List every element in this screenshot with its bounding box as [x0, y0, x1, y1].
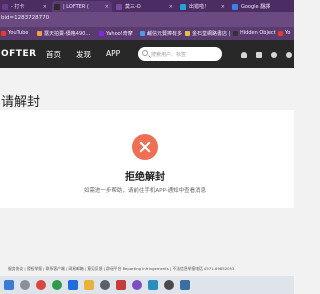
- mail-icon[interactable]: [256, 52, 262, 58]
- result-card: 拒绝解封 如需进一步帮助，请前往手机APP-通知中查看消息: [0, 110, 294, 208]
- nav-discover[interactable]: 发现: [76, 49, 91, 60]
- tab-label: 莫三-O: [125, 4, 141, 10]
- bookmark-label: 鹹信元贊捧有多: [147, 31, 183, 37]
- start-icon[interactable]: [4, 280, 14, 290]
- tab-close-icon[interactable]: ×: [221, 4, 225, 10]
- browser-tab[interactable]: - 打卡 ×: [0, 1, 50, 12]
- bookmark-item[interactable]: 金石堂網路書店 |: [185, 30, 230, 37]
- menu-icon[interactable]: [286, 52, 292, 58]
- bookmark-favicon-icon: [37, 31, 42, 36]
- search-icon[interactable]: [20, 280, 30, 290]
- bookmark-label: YouTube: [8, 30, 29, 36]
- search-placeholder: 搜索用户、标签: [151, 51, 187, 58]
- tab-favicon-icon: [232, 3, 238, 10]
- browser-tab[interactable]: 莫三-O ×: [114, 1, 176, 12]
- bookmark-label: 金石堂網路書店 |: [192, 31, 231, 37]
- yahoo-icon: [99, 31, 104, 36]
- tab-label: Google 翻譯: [241, 4, 271, 10]
- footer-links[interactable]: 服务协议 | 侵权举报 | 联系客户端 | 网易邮箱 | 意见反馈 | 辟谣平台…: [8, 266, 234, 272]
- browser-tab-active[interactable]: | LOFTER ( ×: [52, 1, 112, 12]
- tab-label: - 打卡: [11, 4, 25, 10]
- tab-close-icon[interactable]: ×: [169, 4, 173, 10]
- tab-close-icon[interactable]: ×: [105, 4, 109, 10]
- refuse-description: 如需进一步帮助，请前往手机APP-通知中查看消息: [83, 188, 207, 194]
- os-taskbar: [0, 276, 294, 294]
- app-icon[interactable]: [180, 280, 190, 290]
- bookmark-item[interactable]: 鹹信元贊捧有多: [140, 30, 182, 37]
- app-icon[interactable]: [148, 280, 158, 290]
- search-input[interactable]: 搜索用户、标签: [138, 47, 222, 61]
- address-bar[interactable]: bid=1283728770: [0, 12, 294, 27]
- search-icon: [142, 50, 148, 56]
- tab-favicon-icon: [116, 3, 122, 10]
- bookmark-favicon-icon: [140, 31, 145, 36]
- bookmark-item[interactable]: YouTube: [1, 30, 28, 36]
- bookmark-favicon-icon: [233, 30, 238, 36]
- bookmark-item[interactable]: 露天拍賣-價格490...: [37, 30, 90, 37]
- app-icon[interactable]: [52, 280, 62, 290]
- app-icon[interactable]: [116, 280, 126, 290]
- tab-label: 出错啦！: [189, 4, 210, 10]
- bookmark-label: 露天拍賣-價格490...: [44, 31, 91, 37]
- tab-favicon-icon: [180, 3, 186, 10]
- site-footer: 服务协议 | 侵权举报 | 联系客户端 | 网易邮箱 | 意见反馈 | 辟谣平台…: [0, 265, 294, 273]
- youtube-icon: [278, 30, 283, 36]
- refuse-title: 拒绝解封: [125, 172, 165, 183]
- page-title-area: 请解封: [0, 68, 294, 110]
- browser-tab[interactable]: Google 翻譯: [230, 1, 294, 12]
- site-header: OFTER 首页 发现 APP 搜索用户、标签: [0, 40, 294, 68]
- app-icon[interactable]: [164, 280, 174, 290]
- app-icon[interactable]: [84, 280, 94, 290]
- bell-icon[interactable]: [241, 52, 247, 58]
- bookmark-label: Yo: [285, 30, 291, 36]
- address-url[interactable]: bid=1283728770: [1, 15, 49, 21]
- app-icon[interactable]: [68, 280, 78, 290]
- app-icon[interactable]: [132, 280, 142, 290]
- bookmark-item[interactable]: Yo: [278, 30, 290, 36]
- bookmark-item[interactable]: Hidden Object: [233, 30, 276, 36]
- browser-tab-strip: - 打卡 × | LOFTER ( × 莫三-O × 出错啦！ × Google…: [0, 0, 294, 12]
- tab-label: | LOFTER (: [63, 3, 89, 10]
- app-icon[interactable]: [100, 280, 110, 290]
- youtube-icon: [1, 30, 6, 36]
- chrome-icon[interactable]: [36, 280, 46, 290]
- bookmark-item[interactable]: Yahoo!奇摩: [99, 30, 133, 37]
- browser-tab[interactable]: 出错啦！ ×: [178, 1, 228, 12]
- bookmark-label: Yahoo!奇摩: [106, 31, 133, 37]
- bookmark-label: Hidden Object: [240, 30, 276, 36]
- nav-home[interactable]: 首页: [46, 49, 61, 60]
- bookmark-favicon-icon: [185, 31, 190, 36]
- tab-close-icon[interactable]: ×: [43, 4, 47, 10]
- page-title: 请解封: [1, 95, 41, 110]
- tab-favicon-icon: [54, 3, 60, 10]
- tab-favicon-icon: [2, 3, 8, 10]
- reject-icon: [132, 134, 158, 160]
- nav-app[interactable]: APP: [106, 49, 120, 58]
- site-logo[interactable]: OFTER: [1, 49, 37, 59]
- bookmarks-bar: YouTube 露天拍賣-價格490... Yahoo!奇摩 鹹信元贊捧有多 金…: [0, 27, 294, 40]
- user-icon[interactable]: [271, 52, 277, 58]
